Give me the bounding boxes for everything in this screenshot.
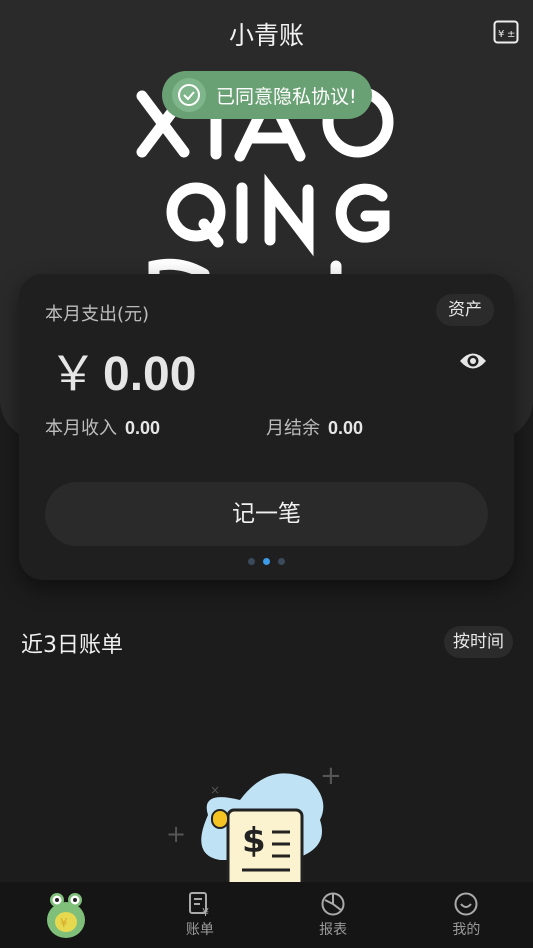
app-title: 小青账 (228, 21, 304, 50)
svg-text:¥: ¥ (498, 29, 504, 40)
page-dot[interactable] (278, 558, 285, 565)
svg-text:¥: ¥ (60, 916, 68, 930)
empty-bill-illustration: + + × $ (166, 761, 342, 882)
smile-icon (454, 892, 478, 916)
pie-chart-icon (321, 892, 345, 916)
income-label: 本月收入 (45, 418, 117, 439)
page-dot-active[interactable] (263, 558, 270, 565)
expense-label: 本月支出(元) (45, 304, 150, 325)
tab-mine-label: 我的 (452, 922, 481, 938)
record-button[interactable]: 记一笔 (45, 482, 488, 546)
currency-symbol: ￥ (49, 348, 98, 401)
frog-mascot-icon[interactable]: ¥ (44, 890, 88, 940)
check-circle-icon (172, 78, 206, 112)
tab-bills[interactable]: ¥ 账单 (133, 882, 266, 948)
monthly-summary-card: 本月支出(元) 资产 ￥ 0.00 本月收入 0.00 月结余 0.00 记一笔 (19, 274, 514, 580)
income-stat: 本月收入 0.00 (45, 414, 160, 440)
balance-stat: 月结余 0.00 (266, 414, 363, 440)
recent-bills-title: 近3日账单 (21, 633, 123, 658)
page-indicator (19, 558, 514, 565)
sort-button[interactable]: 按时间 (444, 626, 513, 658)
tab-mine[interactable]: 我的 (400, 882, 533, 948)
svg-text:+: + (166, 820, 186, 848)
balance-value: 0.00 (328, 418, 364, 438)
svg-text:$: $ (242, 821, 266, 861)
svg-text:±: ± (507, 29, 515, 40)
privacy-toast: 已同意隐私协议! (162, 71, 372, 119)
balance-label: 月结余 (266, 418, 320, 439)
tab-reports-label: 报表 (319, 922, 348, 938)
asset-button[interactable]: 资产 (436, 294, 494, 326)
expense-amount: ￥ 0.00 (49, 334, 196, 404)
eye-icon[interactable] (458, 350, 488, 372)
tab-bills-label: 账单 (185, 922, 214, 938)
toast-text: 已同意隐私协议! (216, 85, 357, 108)
svg-text:×: × (210, 783, 220, 797)
tab-reports[interactable]: 报表 (267, 882, 400, 948)
page-dot[interactable] (248, 558, 255, 565)
income-value: 0.00 (125, 418, 161, 438)
svg-text:+: + (320, 761, 342, 791)
bill-icon: ¥ (188, 892, 209, 917)
expense-value: 0.00 (103, 348, 197, 401)
calculator-icon[interactable]: ¥ ± (493, 20, 519, 44)
svg-text:¥: ¥ (202, 906, 209, 917)
